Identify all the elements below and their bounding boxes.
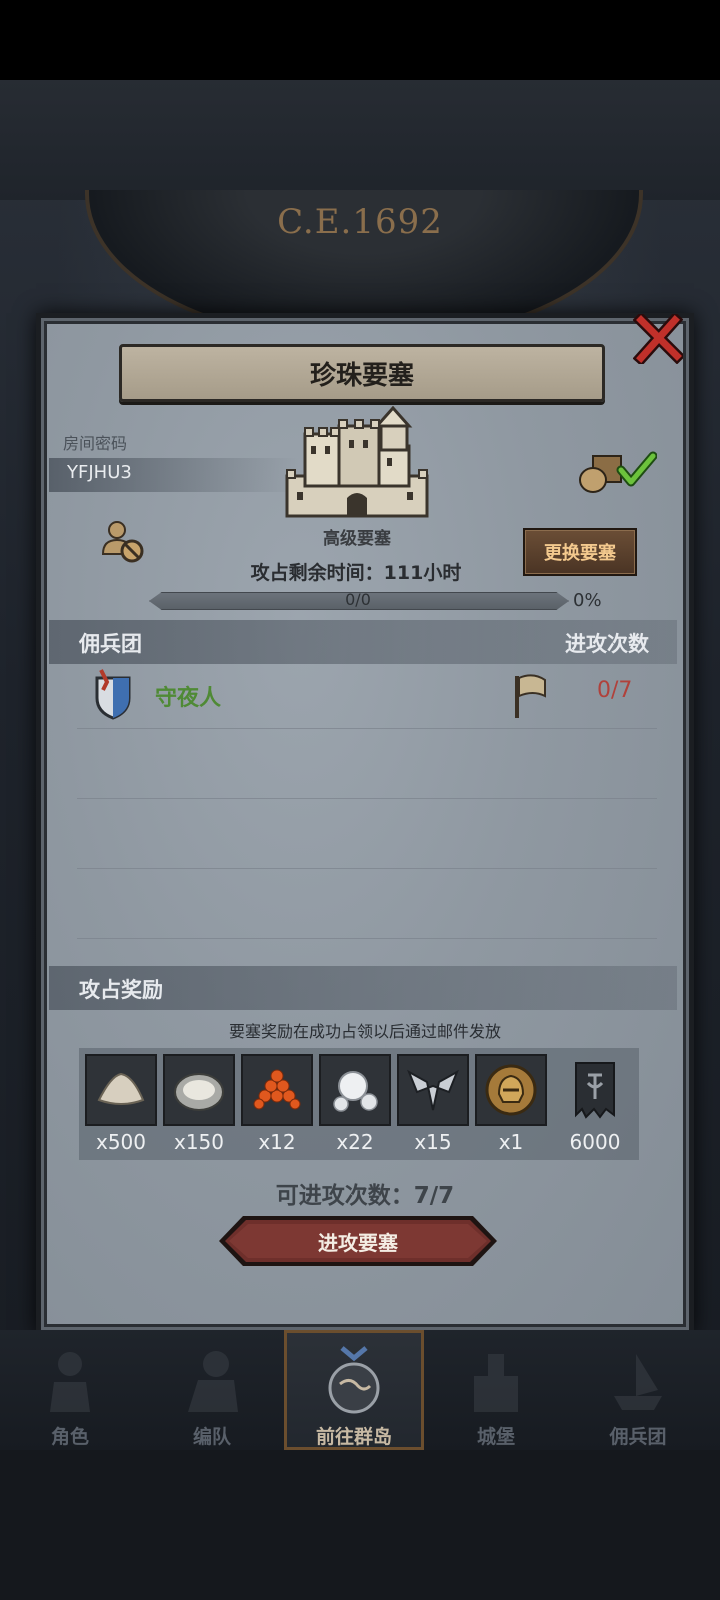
list-divider	[77, 868, 657, 869]
knight-icon	[50, 1352, 90, 1412]
nav-item-squad[interactable]: 编队	[142, 1330, 282, 1450]
flag-icon	[515, 674, 546, 718]
castle-nav-icon	[474, 1354, 518, 1412]
reward-count: x12	[258, 1130, 296, 1154]
list-divider	[77, 938, 657, 939]
reward-slot	[475, 1054, 547, 1126]
status-bar	[0, 0, 720, 80]
emblem-icon	[407, 1069, 459, 1111]
loot-bag-check-icon	[579, 451, 658, 493]
oyster-icon	[174, 1073, 224, 1111]
reward-count: x150	[173, 1130, 224, 1154]
mercenary-header: 佣兵团 进攻次数	[49, 620, 677, 664]
nav-bottom-area	[0, 1450, 720, 1600]
squad-icon	[188, 1351, 238, 1412]
guild-shield-icon	[95, 669, 131, 720]
mercenary-row[interactable]: 守夜人 0/7	[41, 668, 689, 724]
nav-label: 佣兵团	[609, 1426, 667, 1448]
list-divider	[77, 728, 657, 729]
nav-item-islands[interactable]: 前往群岛	[284, 1330, 424, 1450]
capture-progress-percent: 0%	[573, 590, 602, 611]
bottom-nav: 角色 编队 前往群岛 城堡 佣兵团	[0, 1330, 720, 1450]
helmet-coin-icon	[485, 1064, 537, 1116]
reward-slot	[319, 1054, 391, 1126]
roe-icon	[253, 1069, 301, 1110]
ship-icon	[614, 1354, 662, 1410]
room-password-label: 房间密码	[63, 434, 128, 453]
fortress-dialog: 珍珠要塞 房间密码 YFJHU3 高级要塞 更换要塞 攻占剩余时间：111小时 …	[36, 313, 694, 1335]
reward-count: x1	[498, 1130, 524, 1154]
reward-item[interactable]: x500	[85, 1054, 157, 1154]
nav-item-castle[interactable]: 城堡	[426, 1330, 566, 1450]
remaining-time: 攻占剩余时间：111小时	[250, 562, 462, 584]
mercenary-header-label: 佣兵团	[79, 632, 142, 656]
change-fortress-button[interactable]: 更换要塞	[523, 528, 637, 576]
attack-fortress-button[interactable]: 进攻要塞	[217, 1214, 499, 1268]
fortress-level: 高级要塞	[323, 529, 391, 549]
reward-item[interactable]: x1	[475, 1054, 547, 1154]
reward-slot	[163, 1054, 235, 1126]
attack-count-header-label: 进攻次数	[565, 632, 649, 656]
nav-label: 前往群岛	[315, 1426, 392, 1448]
castle-icon	[285, 406, 429, 518]
rewards-notice: 要塞奖励在成功占领以后通过邮件发放	[228, 1022, 501, 1041]
list-divider	[77, 798, 657, 799]
reward-item[interactable]: x22	[319, 1054, 391, 1154]
capture-progress-text: 0/0	[345, 590, 371, 609]
reward-count: x22	[336, 1130, 374, 1154]
close-icon	[633, 314, 683, 364]
mercenary-attack-count: 0/7	[597, 678, 633, 703]
nav-label: 城堡	[476, 1426, 515, 1448]
nav-label: 编队	[192, 1426, 231, 1448]
attack-fortress-label: 进攻要塞	[318, 1230, 398, 1255]
sand-icon	[97, 1072, 145, 1105]
close-button[interactable]	[631, 312, 685, 366]
reward-slot	[559, 1054, 631, 1126]
nav-item-mercenary[interactable]: 佣兵团	[568, 1330, 708, 1450]
globe-icon	[328, 1346, 380, 1414]
reward-count: x500	[95, 1130, 146, 1154]
reward-slot	[241, 1054, 313, 1126]
pearl-icon	[333, 1071, 378, 1112]
nav-label: 角色	[50, 1426, 89, 1448]
reward-count: 6000	[569, 1130, 621, 1154]
background-band	[0, 80, 720, 200]
reward-item[interactable]: 6000	[559, 1054, 631, 1154]
reward-item[interactable]: x15	[397, 1054, 469, 1154]
reward-item[interactable]: x150	[163, 1054, 235, 1154]
loot-collected-icon[interactable]	[577, 448, 658, 498]
room-code[interactable]: YFJHU3	[67, 462, 132, 483]
user-blocked-icon	[101, 521, 144, 563]
reward-count: x15	[414, 1130, 452, 1154]
rewards-header: 攻占奖励	[49, 966, 677, 1010]
available-attacks: 可进攻次数：7/7	[275, 1183, 455, 1209]
rewards-header-label: 攻占奖励	[79, 978, 163, 1002]
dialog-title: 珍珠要塞	[119, 344, 605, 402]
era-year: C.E.1692	[277, 202, 443, 242]
banner-icon	[575, 1062, 615, 1119]
mercenary-name: 守夜人	[155, 686, 222, 711]
reward-item[interactable]: x12	[241, 1054, 313, 1154]
nav-item-role[interactable]: 角色	[0, 1330, 140, 1450]
reward-slot	[85, 1054, 157, 1126]
rewards-panel: x500 x150 x12 x22 x15 x1 6000	[79, 1048, 639, 1160]
reward-slot	[397, 1054, 469, 1126]
